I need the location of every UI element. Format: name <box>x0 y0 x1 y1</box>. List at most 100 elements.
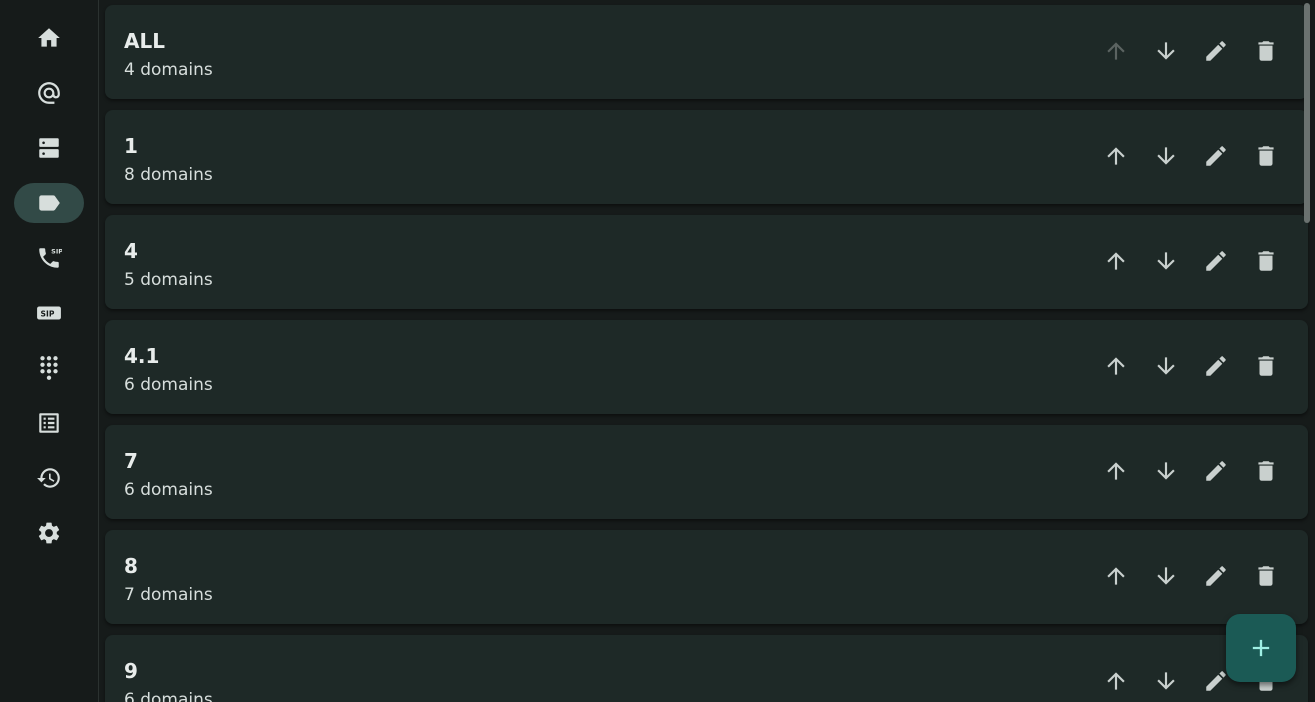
group-name: 9 <box>124 659 138 683</box>
arrow-down-icon <box>1157 357 1175 375</box>
group-domain-count: 6 domains <box>124 375 213 395</box>
nav-history[interactable] <box>14 458 84 498</box>
move-down-button[interactable] <box>1152 352 1180 380</box>
move-up-button[interactable] <box>1102 352 1130 380</box>
group-card[interactable]: 4.1 6 domains <box>105 320 1308 414</box>
sip-phone-icon: SIP <box>39 248 62 268</box>
group-actions <box>1102 352 1280 380</box>
nav-email[interactable] <box>14 73 84 113</box>
app: SIP SIP ALL 4 domains 1 8 domains 4 5 do… <box>0 0 1315 702</box>
group-actions <box>1102 562 1280 590</box>
delete-button[interactable] <box>1252 37 1280 65</box>
move-down-button[interactable] <box>1152 667 1180 695</box>
group-card[interactable]: 4 5 domains <box>105 215 1308 309</box>
label-icon <box>39 195 60 211</box>
arrow-up-icon <box>1107 147 1125 165</box>
group-name: ALL <box>124 29 165 53</box>
group-card[interactable]: 9 6 domains <box>105 635 1308 702</box>
group-domain-count: 4 domains <box>124 60 213 80</box>
move-down-button[interactable] <box>1152 247 1180 275</box>
home-icon <box>38 28 60 47</box>
pencil-icon <box>1206 251 1226 271</box>
sip-icon: SIP <box>37 306 61 320</box>
arrow-up-icon <box>1107 672 1125 690</box>
group-domain-count: 5 domains <box>124 270 213 290</box>
servers-icon <box>39 138 59 158</box>
group-actions <box>1102 247 1280 275</box>
move-up-button[interactable] <box>1102 667 1130 695</box>
scrollbar-thumb[interactable] <box>1304 3 1310 223</box>
edit-button[interactable] <box>1202 352 1230 380</box>
move-up-button[interactable] <box>1102 562 1130 590</box>
move-up-button <box>1102 37 1130 65</box>
nav-sip-phone[interactable]: SIP <box>14 238 84 278</box>
move-down-button[interactable] <box>1152 562 1180 590</box>
nav-home[interactable] <box>14 18 84 58</box>
nav-dialpad[interactable] <box>14 348 84 388</box>
history-icon <box>37 468 60 488</box>
arrow-up-icon <box>1107 462 1125 480</box>
pencil-icon <box>1206 566 1226 586</box>
group-domain-count: 6 domains <box>124 690 213 702</box>
delete-button[interactable] <box>1252 142 1280 170</box>
list-icon <box>39 413 59 433</box>
trash-icon <box>1258 146 1274 166</box>
group-actions <box>1102 142 1280 170</box>
delete-button[interactable] <box>1252 562 1280 590</box>
arrow-down-icon <box>1157 42 1175 60</box>
move-down-button[interactable] <box>1152 142 1180 170</box>
sidebar: SIP SIP <box>0 0 99 702</box>
group-name: 4.1 <box>124 344 160 368</box>
edit-button[interactable] <box>1202 247 1230 275</box>
group-card[interactable]: 1 8 domains <box>105 110 1308 204</box>
move-up-button[interactable] <box>1102 457 1130 485</box>
arrow-up-icon <box>1107 252 1125 270</box>
edit-button[interactable] <box>1202 457 1230 485</box>
arrow-up-icon <box>1107 357 1125 375</box>
arrow-down-icon <box>1157 462 1175 480</box>
move-down-button[interactable] <box>1152 37 1180 65</box>
delete-button[interactable] <box>1252 247 1280 275</box>
group-name: 7 <box>124 449 138 473</box>
at-sign-icon <box>38 82 60 104</box>
group-actions <box>1102 37 1280 65</box>
delete-button[interactable] <box>1252 352 1280 380</box>
arrow-down-icon <box>1157 252 1175 270</box>
arrow-down-icon <box>1157 567 1175 585</box>
pencil-icon <box>1206 461 1226 481</box>
arrow-up-icon <box>1107 567 1125 585</box>
nav-servers[interactable] <box>14 128 84 168</box>
group-card[interactable]: 8 7 domains <box>105 530 1308 624</box>
move-down-button[interactable] <box>1152 457 1180 485</box>
move-up-button[interactable] <box>1102 142 1130 170</box>
nav-settings[interactable] <box>14 513 84 553</box>
nav-sip[interactable]: SIP <box>14 293 84 333</box>
group-actions <box>1102 457 1280 485</box>
edit-button[interactable] <box>1202 37 1230 65</box>
arrow-down-icon <box>1157 672 1175 690</box>
pencil-icon <box>1206 146 1226 166</box>
pencil-icon <box>1206 671 1226 691</box>
add-group-button[interactable] <box>1226 614 1296 682</box>
pencil-icon <box>1206 41 1226 61</box>
arrow-down-icon <box>1157 147 1175 165</box>
trash-icon <box>1258 461 1274 481</box>
nav-labels[interactable] <box>14 183 84 223</box>
settings-icon <box>38 522 60 544</box>
edit-button[interactable] <box>1202 142 1230 170</box>
nav-list[interactable] <box>14 403 84 443</box>
plus-icon <box>1252 639 1270 657</box>
trash-icon <box>1258 566 1274 586</box>
trash-icon <box>1258 41 1274 61</box>
svg-text:SIP: SIP <box>41 309 55 318</box>
edit-button[interactable] <box>1202 562 1230 590</box>
group-card[interactable]: ALL 4 domains <box>105 5 1308 99</box>
delete-button[interactable] <box>1252 457 1280 485</box>
arrow-up-icon <box>1107 42 1125 60</box>
group-domain-count: 7 domains <box>124 585 213 605</box>
group-card[interactable]: 7 6 domains <box>105 425 1308 519</box>
dialpad-icon <box>40 356 58 380</box>
move-up-button[interactable] <box>1102 247 1130 275</box>
group-list[interactable]: ALL 4 domains 1 8 domains 4 5 domains 4.… <box>100 0 1315 702</box>
group-name: 1 <box>124 134 138 158</box>
